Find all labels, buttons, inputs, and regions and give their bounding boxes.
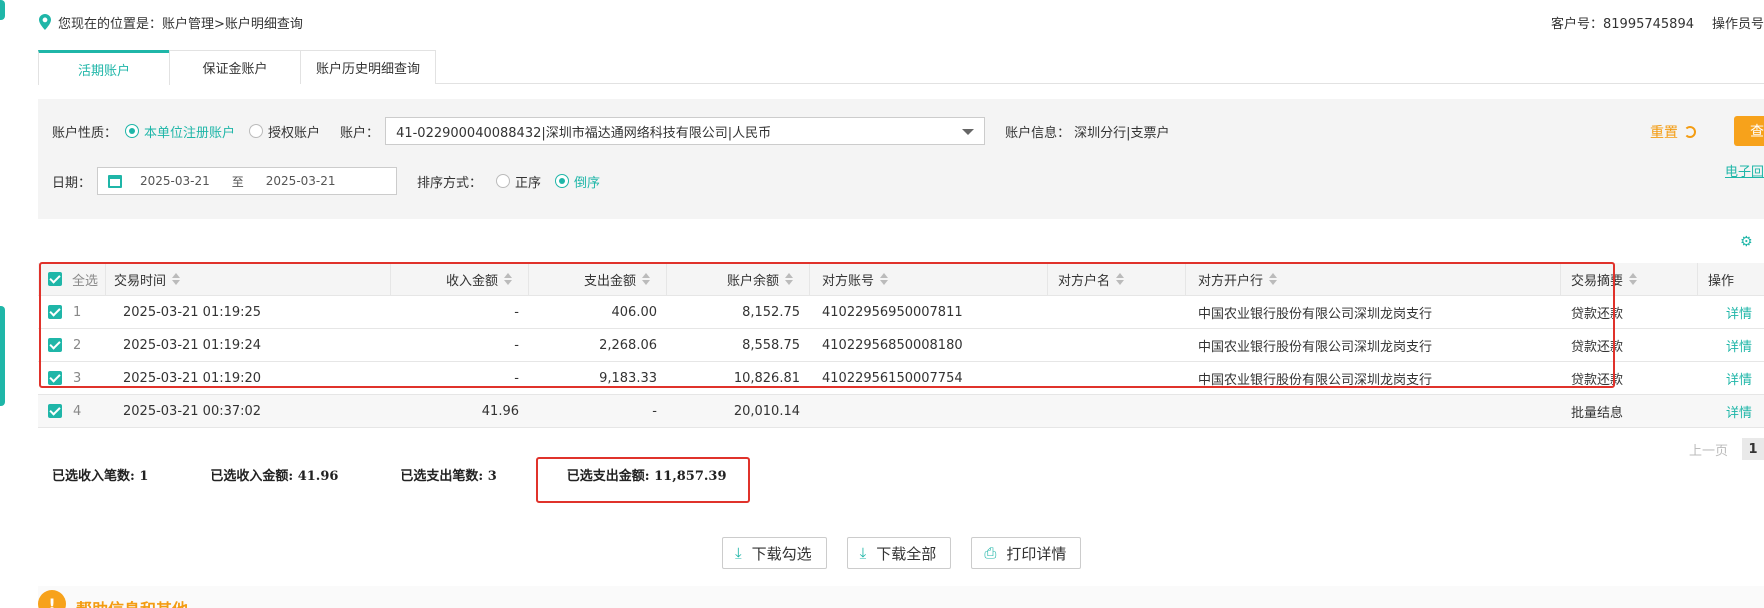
radio-registered-account-label[interactable]: 本单位注册账户 xyxy=(144,122,235,141)
account-info-value: 深圳分行|支票户 xyxy=(1074,125,1170,141)
radio-authorized-account-label[interactable]: 授权账户 xyxy=(268,122,320,141)
info-icon: ! xyxy=(38,590,66,608)
row-income: 41.96 xyxy=(481,403,519,419)
filter-row-date: 日期： 2025-03-21 至 2025-03-21 排序方式： 正序 倒序 xyxy=(52,167,600,195)
chevron-down-icon xyxy=(962,129,975,135)
date-label: 日期： xyxy=(52,175,92,191)
print-detail-label: 打印详情 xyxy=(1006,544,1067,563)
e-receipt-link[interactable]: 电子回 xyxy=(1725,161,1764,180)
row-checkbox[interactable] xyxy=(48,395,62,427)
selected-income-count: 已选收入笔数: 1 xyxy=(52,469,149,484)
user-info: 客户号：81995745894 操作员号 xyxy=(1551,13,1764,32)
query-label: 查 xyxy=(1750,124,1764,140)
sort-label: 排序方式： xyxy=(417,175,483,191)
breadcrumb: 您现在的位置是：账户管理>账户明细查询 xyxy=(58,16,303,32)
detail-link[interactable]: 详情 xyxy=(1726,296,1752,328)
radio-sort-asc-label[interactable]: 正序 xyxy=(515,172,541,191)
row-time: 2025-03-21 00:37:02 xyxy=(123,403,262,419)
action-buttons: ⤓ 下载勾选 ⤓ 下载全部 ⎙ 打印详情 xyxy=(722,537,1101,569)
radio-authorized-account[interactable] xyxy=(249,124,264,138)
help-section: ! 帮助信息和其他 xyxy=(38,586,1764,608)
left-accent-bar xyxy=(0,306,5,406)
tab-bar: 活期账户 保证金账户 账户历史明细查询 xyxy=(38,50,1764,85)
detail-link[interactable]: 详情 xyxy=(1726,362,1752,394)
account-info-label: 账户信息： xyxy=(1005,125,1071,141)
reset-label: 重置 xyxy=(1650,125,1678,141)
row-number: 4 xyxy=(73,403,82,419)
account-select[interactable]: 41-022900040088432|深圳市福达通网络科技有限公司|人民币 xyxy=(385,117,986,145)
radio-sort-asc[interactable] xyxy=(496,174,511,188)
customer-number: 客户号：81995745894 xyxy=(1551,17,1694,32)
tab-current-account[interactable]: 活期账户 xyxy=(38,50,170,85)
download-all-button[interactable]: ⤓ 下载全部 xyxy=(846,537,952,569)
detail-link[interactable]: 详情 xyxy=(1726,395,1752,427)
calendar-icon xyxy=(108,174,123,188)
radio-sort-desc-label[interactable]: 倒序 xyxy=(574,172,600,191)
selected-expense-count: 已选支出笔数: 3 xyxy=(400,469,497,484)
sort-icon xyxy=(1629,273,1638,285)
selected-income-amount: 已选收入金额: 41.96 xyxy=(210,469,339,484)
row-expense: - xyxy=(652,403,657,419)
col-ops: 操作 xyxy=(1698,263,1764,295)
radio-sort-desc[interactable] xyxy=(555,174,570,188)
reset-button[interactable]: 重置 xyxy=(1650,122,1696,142)
operator-number: 操作员号 xyxy=(1711,17,1764,32)
printer-icon: ⎙ xyxy=(984,544,997,562)
top-bar: 您现在的位置是：账户管理>账户明细查询 客户号：81995745894 操作员号 xyxy=(38,0,1764,44)
detail-link[interactable]: 详情 xyxy=(1726,329,1752,361)
row-summary: 批量结息 xyxy=(1571,405,1624,421)
download-icon: ⤓ xyxy=(735,544,742,562)
row-balance: 20,010.14 xyxy=(733,403,800,419)
filter-panel: 账户性质： 本单位注册账户 授权账户 账户： 41-02290004008843… xyxy=(38,99,1764,219)
print-detail-button[interactable]: ⎙ 打印详情 xyxy=(971,537,1082,569)
highlight-box-rows xyxy=(39,262,1615,388)
radio-registered-account[interactable] xyxy=(125,124,140,138)
left-accent-bar xyxy=(0,0,5,20)
download-icon: ⤓ xyxy=(859,544,867,562)
download-all-label: 下载全部 xyxy=(876,544,937,563)
tab-history-query[interactable]: 账户历史明细查询 xyxy=(300,50,436,84)
col-ops-label: 操作 xyxy=(1708,273,1735,289)
refresh-icon xyxy=(1684,126,1696,138)
gear-icon[interactable]: ⚙ xyxy=(1740,235,1754,249)
tab-margin-account[interactable]: 保证金账户 xyxy=(169,50,301,84)
location-pin-icon xyxy=(39,14,51,30)
highlight-box-summary xyxy=(536,457,750,503)
page-number-current[interactable]: 1 xyxy=(1742,438,1764,460)
date-from[interactable]: 2025-03-21 xyxy=(140,174,210,188)
table-row[interactable]: 4 2025-03-21 00:37:02 41.96 - 20,010.14 … xyxy=(38,395,1764,428)
date-separator: 至 xyxy=(231,174,244,189)
date-to[interactable]: 2025-03-21 xyxy=(266,174,336,188)
pagination: 上一页 1 xyxy=(1689,438,1764,460)
help-title[interactable]: 帮助信息和其他 xyxy=(76,596,188,608)
query-button[interactable]: 查 xyxy=(1734,116,1764,146)
account-select-value: 41-022900040088432|深圳市福达通网络科技有限公司|人民币 xyxy=(396,125,772,141)
account-type-label: 账户性质： xyxy=(52,125,118,141)
checkbox-checked[interactable] xyxy=(48,404,62,418)
account-label: 账户： xyxy=(340,125,380,141)
date-range-input[interactable]: 2025-03-21 至 2025-03-21 xyxy=(97,167,398,195)
download-selected-label: 下载勾选 xyxy=(751,544,812,563)
filter-row-account: 账户性质： 本单位注册账户 授权账户 账户： 41-02290004008843… xyxy=(52,116,1764,146)
prev-page-button[interactable]: 上一页 xyxy=(1689,440,1728,459)
download-selected-button[interactable]: ⤓ 下载勾选 xyxy=(722,537,827,569)
